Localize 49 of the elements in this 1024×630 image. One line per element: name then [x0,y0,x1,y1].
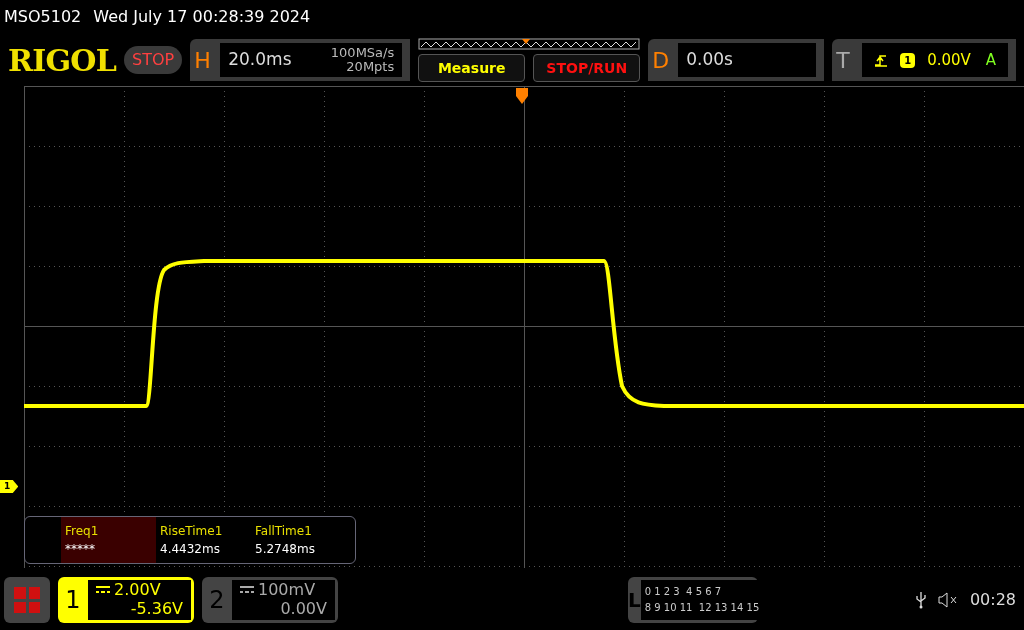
channel-marker[interactable]: 1 [0,480,19,493]
measurement-item[interactable]: RiseTime1 4.4432ms [156,517,251,563]
delay-panel[interactable]: D 0.00s [648,39,825,81]
sample-rate: 100MSa/s [330,46,395,60]
trigger-mode: A [985,49,996,71]
channel-number: 1 [64,585,82,616]
softkey-button[interactable]: STOP/RUN [533,54,641,82]
channel-scale: 2.00V [114,580,161,599]
run-status: STOP [124,46,183,74]
channel-panel[interactable]: 1 2.00V -5.36V [58,577,194,623]
channel-offset: 0.00V [280,599,327,618]
usb-icon [915,591,926,609]
memory-depth: 20Mpts [346,60,395,74]
trigger-level: 0.00V [927,49,971,71]
logic-key: L [628,577,641,623]
brand-logo: RIGOL [8,41,117,80]
channel-offset: -5.36V [130,599,183,618]
channel-panel[interactable]: 2 100mV 0.00V [202,577,338,623]
rising-edge-icon [874,53,889,67]
dc-coupling-icon [240,585,254,594]
trigger-panel[interactable]: T 1 0.00V A [832,39,1016,81]
measurement-value: 5.2748ms [255,541,316,558]
memory-waveform-icon [418,38,641,50]
dc-coupling-icon [96,585,110,594]
horizontal-key: H [194,43,217,77]
measurement-value: ***** [65,541,96,558]
trigger-key: T [836,43,859,77]
measurement-label: Freq1 [65,523,100,540]
timebase-value: 20.0ms [228,48,292,72]
channel-scale: 100mV [258,580,316,599]
logic-channel-numbers: 0 1 2 3 4 5 6 7 [644,585,723,599]
delay-value: 0.00s [686,48,733,72]
delay-key: D [652,43,675,77]
speaker-muted-icon [937,592,958,608]
menu-button[interactable] [4,577,50,623]
logic-channel-numbers: 8 9 10 11 12 13 14 15 [644,601,760,615]
model-name: MSO5102 [4,6,82,28]
trigger-source: 1 [900,52,916,68]
clock-time: 00:28 [969,589,1016,611]
measurement-label: RiseTime1 [160,523,224,540]
measurement-label: FallTime1 [255,523,313,540]
measurement-item[interactable]: FallTime1 5.2748ms [251,517,346,563]
softkey-button[interactable]: Measure [418,54,526,82]
measurement-item[interactable]: Freq1 ***** [61,517,156,563]
trigger-position-icon [516,88,528,104]
channel-number: 2 [208,585,226,616]
horizontal-panel[interactable]: H 20.0ms 100MSa/s 20Mpts [190,39,411,81]
date-time: Wed July 17 00:28:39 2024 [93,6,311,28]
measurement-value: 4.4432ms [160,541,221,558]
